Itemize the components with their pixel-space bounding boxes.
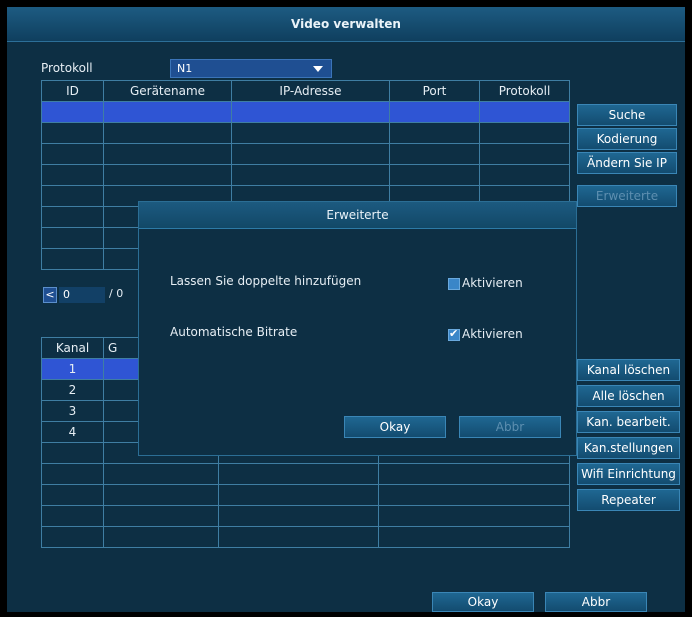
cancel-button[interactable]: Abbr (545, 592, 647, 612)
ok-button[interactable]: Okay (432, 592, 534, 612)
video-manage-window: Video verwalten Protokoll N1 ID Gerätena… (7, 7, 685, 612)
table-row[interactable] (41, 143, 570, 165)
table-row[interactable] (41, 463, 570, 485)
table-row[interactable] (41, 164, 570, 186)
dialog-ok-button[interactable]: Okay (344, 416, 446, 438)
table-row[interactable] (41, 505, 570, 527)
previous-page-button[interactable]: < (43, 287, 57, 303)
protocol-value: N1 (177, 62, 193, 75)
repeater-button[interactable]: Repeater (577, 489, 680, 511)
header-protocol: Protokoll (479, 80, 570, 102)
protocol-select[interactable]: N1 (170, 59, 332, 78)
protocol-label: Protokoll (41, 61, 93, 75)
channel-settings-button[interactable]: Kan.stellungen (577, 437, 680, 459)
advanced-dialog: Erweiterte Lassen Sie doppelte hinzufüge… (138, 201, 577, 456)
auto-bitrate-label: Automatische Bitrate (170, 325, 298, 339)
allow-duplicates-label: Lassen Sie doppelte hinzufügen (170, 274, 362, 288)
table-row[interactable] (41, 484, 570, 506)
header-port: Port (389, 80, 480, 102)
delete-channel-button[interactable]: Kanal löschen (577, 359, 680, 381)
table-row[interactable] (41, 526, 570, 548)
channel-cell: 2 (41, 379, 104, 401)
dialog-cancel-button[interactable]: Abbr (459, 416, 561, 438)
auto-bitrate-checkbox[interactable] (448, 327, 460, 341)
page-input[interactable]: 0 (59, 287, 105, 303)
channel-cell: 1 (41, 358, 104, 380)
encoding-button[interactable]: Kodierung (577, 128, 677, 150)
channel-cell: 4 (41, 421, 104, 443)
auto-bitrate-checkbox-label[interactable]: Aktivieren (462, 327, 523, 341)
header-channel: Kanal (41, 337, 104, 359)
header-ip: IP-Adresse (231, 80, 390, 102)
header-device-name: Gerätename (103, 80, 232, 102)
page-total: / 0 (109, 287, 124, 300)
table-row[interactable] (41, 101, 570, 123)
header-id: ID (41, 80, 104, 102)
search-button[interactable]: Suche (577, 104, 677, 126)
dialog-title: Erweiterte (139, 202, 576, 229)
allow-duplicates-checkbox[interactable] (448, 278, 460, 290)
chevron-down-icon (313, 66, 323, 72)
channel-cell: 3 (41, 400, 104, 422)
window-title: Video verwalten (7, 7, 685, 42)
table-row[interactable] (41, 122, 570, 144)
wifi-setup-button[interactable]: Wifi Einrichtung (577, 463, 680, 485)
edit-channel-button[interactable]: Kan. bearbeit. (577, 411, 680, 433)
change-ip-button[interactable]: Ändern Sie IP (577, 152, 677, 174)
device-table-header: ID Gerätename IP-Adresse Port Protokoll (41, 80, 570, 102)
allow-duplicates-checkbox-label[interactable]: Aktivieren (462, 276, 523, 290)
advanced-button[interactable]: Erweiterte (577, 185, 677, 207)
delete-all-button[interactable]: Alle löschen (577, 385, 680, 407)
screen: Video verwalten Protokoll N1 ID Gerätena… (0, 0, 692, 617)
